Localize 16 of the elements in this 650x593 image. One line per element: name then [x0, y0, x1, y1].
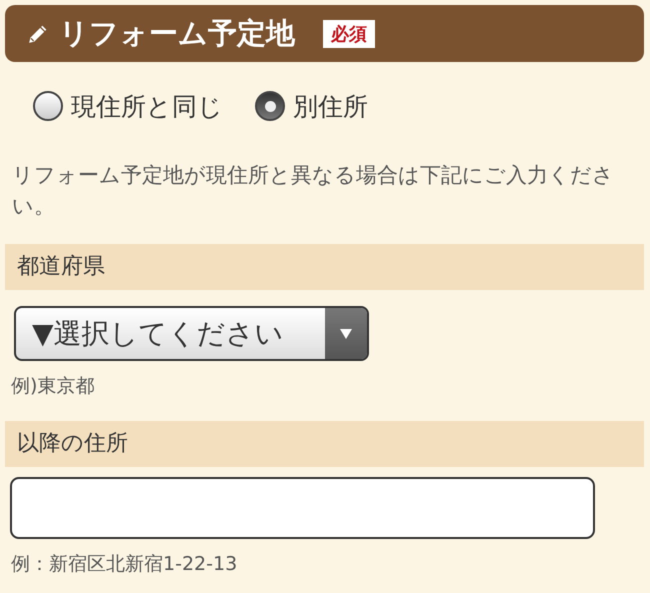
radio-option[interactable]: 別住所	[255, 88, 368, 124]
input-field[interactable]	[10, 477, 595, 539]
description-text: リフォーム予定地が現住所と異なる場合は下記にご入力ください。	[12, 162, 615, 220]
caret-icon	[340, 328, 352, 338]
hint-text: 例：新宿区北新宿1-22-13	[11, 552, 238, 577]
radio-option[interactable]: 現住所と同じ	[33, 88, 223, 124]
prefecture-select[interactable]: ▼選択してください	[14, 306, 369, 361]
radio-button[interactable]	[255, 91, 285, 121]
field-label: 都道府県	[5, 244, 644, 290]
radio-label: 別住所	[293, 90, 368, 122]
radio-button[interactable]	[33, 91, 63, 121]
radio-label: 現住所と同じ	[71, 90, 223, 122]
hint-text: 例)東京都	[11, 374, 96, 399]
required-badge: 必須	[323, 20, 375, 48]
section-title: リフォーム予定地	[59, 14, 295, 52]
field-label: 以降の住所	[5, 421, 644, 467]
